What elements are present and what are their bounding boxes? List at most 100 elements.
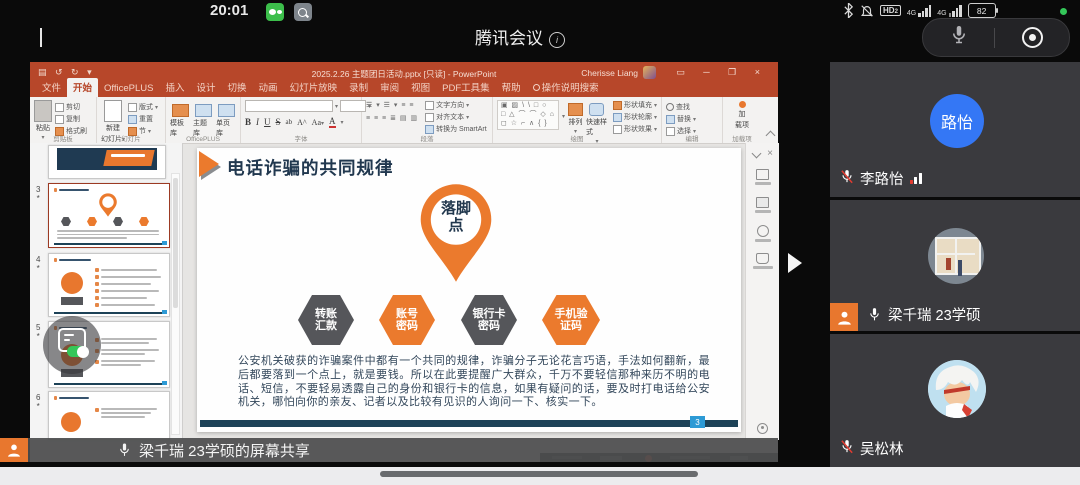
arrange-button[interactable]: 排列▾ — [568, 103, 583, 135]
tool-app-icon — [294, 3, 312, 21]
strip-tool-translate[interactable] — [746, 253, 779, 269]
slide-5-number: 5* — [36, 323, 40, 341]
slide-thumbnail-2[interactable] — [48, 145, 166, 179]
align-buttons[interactable]: ≡ ≡ ≡ ≣ ▤ ▥ — [366, 115, 418, 123]
list-buttons[interactable]: ☰ ▾ ☰ ▾ ≡ ≡ — [366, 102, 418, 110]
strip-tool-1[interactable] — [746, 169, 779, 185]
font-name-box[interactable] — [245, 100, 333, 112]
slide-thumbnail-panel: 3* 4* — [30, 143, 183, 440]
hexagon-smscode: 手机验证码 — [542, 295, 600, 345]
addins-button[interactable]: 加载项 — [735, 101, 749, 130]
participant-tile-wusonglin[interactable]: 吴松林 — [830, 334, 1080, 467]
thumbnail-scrollbar[interactable] — [171, 173, 180, 435]
toggle-on-icon — [67, 346, 87, 357]
collapse-panel-icon[interactable] — [752, 149, 762, 159]
home-indicator-bar[interactable] — [380, 471, 698, 477]
replace-button[interactable]: 替换▾ — [666, 114, 696, 124]
tab-pdf-tools[interactable]: PDF工具集 — [436, 78, 496, 97]
signal-bars-1: 4G — [907, 5, 931, 17]
tab-officeplus[interactable]: OfficePLUS — [98, 81, 159, 97]
strip-tool-2[interactable] — [746, 197, 779, 213]
page-gallery-button[interactable]: 单页库 — [216, 104, 236, 138]
hexagon-account: 账号密码 — [379, 295, 435, 345]
ppt-user-name: Cherisse Liang — [581, 68, 638, 78]
slide-6-number: 6* — [36, 393, 40, 411]
font-buttons[interactable]: B I U S ab A^ Aa▾ A▾ — [245, 116, 344, 128]
ppt-ribbon: 粘贴▾ 剪切 复制 格式刷 剪贴板 新建幻灯片▾ 版式▾ 重置 节▾ 幻灯片 模… — [30, 97, 778, 144]
slide-4-number: 4* — [36, 255, 40, 273]
expand-video-list-arrow[interactable] — [788, 253, 802, 273]
hd-icon: HD2 — [880, 5, 901, 16]
tab-home[interactable]: 开始 — [67, 78, 98, 97]
hexagon-transfer: 转账汇款 — [298, 295, 354, 345]
slide-body-text: 公安机关破获的诈骗案件中都有一个共同的规律，诈骗分子无论花言巧语，手法如何翻新，… — [238, 355, 710, 410]
tab-insert[interactable]: 插入 — [160, 78, 191, 97]
status-icons: HD2 4G 4G 82 — [843, 3, 1073, 18]
window-buttons[interactable]: ▭ ─ ❐ × — [676, 67, 768, 78]
reset-button[interactable]: 重置 — [128, 114, 158, 124]
record-button[interactable] — [1022, 27, 1043, 48]
tab-design[interactable]: 设计 — [191, 78, 222, 97]
shape-fill-button[interactable]: 形状填充▾ — [613, 100, 657, 110]
signal-bars-2: 4G — [937, 5, 961, 17]
ribbon-group-drawing: ▣ ▨ \ \ □ ○ □ △ ⌒ ⌒ ◇ ⌂ ◻ ☆ ⌐ ∧ { } ▾ 排列… — [493, 97, 662, 143]
align-text-button[interactable]: 对齐文本▾ — [425, 112, 487, 122]
ribbon-group-slides: 新建幻灯片▾ 版式▾ 重置 节▾ 幻灯片 — [97, 97, 166, 143]
theme-gallery-button[interactable]: 主题库 — [193, 104, 213, 138]
slide-thumbnail-3[interactable] — [48, 183, 170, 248]
status-bar-time: 20:01 — [210, 2, 248, 20]
floating-record-widget[interactable] — [43, 316, 101, 374]
shapes-gallery[interactable]: ▣ ▨ \ \ □ ○ □ △ ⌒ ⌒ ◇ ⌂ ◻ ☆ ⌐ ∧ { } — [497, 100, 559, 130]
shape-outline-button[interactable]: 形状轮廓▾ — [613, 112, 657, 122]
muted-mic-icon — [840, 169, 854, 189]
avatar-liangqianrui — [928, 228, 984, 284]
tab-review[interactable]: 审阅 — [374, 78, 405, 97]
settings-gear-icon[interactable] — [757, 423, 768, 434]
back-button[interactable] — [40, 28, 42, 46]
slide-title: 电话诈骗的共同规律 — [227, 155, 394, 180]
slide-thumbnail-4[interactable] — [48, 253, 170, 317]
tab-animations[interactable]: 动画 — [253, 78, 284, 97]
wechat-icon — [266, 3, 284, 21]
sharing-badge-icon — [830, 303, 858, 331]
template-gallery-button[interactable]: 模板库 — [170, 104, 190, 138]
mic-button[interactable] — [950, 24, 968, 51]
network-signal-icon — [910, 173, 922, 184]
slide-3-number: 3* — [36, 185, 40, 203]
pin-label: 落脚点 — [414, 200, 498, 234]
slide-thumbnail-6[interactable] — [48, 391, 170, 440]
tab-transitions[interactable]: 切换 — [222, 78, 253, 97]
ribbon-group-officeplus: 模板库 主题库 单页库 OfficePLUS — [166, 97, 241, 143]
tab-file[interactable]: 文件 — [36, 78, 67, 97]
tab-slideshow[interactable]: 幻灯片放映 — [284, 78, 344, 97]
text-direction-button[interactable]: 文字方向▾ — [425, 100, 487, 110]
meeting-title[interactable]: 腾讯会议i — [390, 24, 650, 49]
mini-pin — [97, 192, 119, 218]
share-banner: 梁千瑞 23学硕的屏幕共享 — [0, 438, 778, 462]
participant-tile-liangqianrui[interactable]: 梁千瑞 23学硕 — [830, 200, 1080, 331]
strip-tool-clock[interactable] — [746, 225, 779, 242]
ribbon-group-editing: 查找 替换▾ 选择▾ 编辑 — [662, 97, 723, 143]
close-panel-icon[interactable]: × — [767, 148, 773, 159]
find-button[interactable]: 查找 — [666, 102, 696, 112]
title-arrow-icon — [199, 151, 219, 177]
battery-icon: 82 — [968, 3, 998, 18]
camera-indicator-dot — [1060, 8, 1067, 15]
participant-tile-liluyi[interactable]: 路怡 李路怡 — [830, 62, 1080, 197]
active-mic-icon — [868, 307, 881, 323]
cut-button[interactable]: 剪切 — [55, 102, 87, 112]
tell-me-search[interactable]: 操作说明搜索 — [527, 78, 605, 97]
tab-record[interactable]: 录制 — [343, 78, 374, 97]
ribbon-group-paragraph: ☰ ▾ ☰ ▾ ≡ ≡ ≡ ≡ ≡ ≣ ▤ ▥ 文字方向▾ 对齐文本▾ 转换为 … — [362, 97, 493, 143]
right-utility-strip: × — [745, 143, 779, 440]
user-avatar[interactable] — [643, 66, 656, 79]
copy-button[interactable]: 复制 — [55, 114, 87, 124]
tab-help[interactable]: 帮助 — [496, 78, 527, 97]
ribbon-group-addins: 加载项 加载项 — [723, 97, 761, 143]
share-banner-text: 梁千瑞 23学硕的屏幕共享 — [139, 440, 310, 461]
info-icon[interactable]: i — [549, 32, 565, 48]
ppt-tab-row: 文件 开始 OfficePLUS 插入 设计 切换 动画 幻灯片放映 录制 审阅… — [30, 84, 778, 97]
layout-button[interactable]: 版式▾ — [128, 102, 158, 112]
tab-view[interactable]: 视图 — [405, 78, 436, 97]
collapse-ribbon-button[interactable] — [766, 131, 776, 141]
